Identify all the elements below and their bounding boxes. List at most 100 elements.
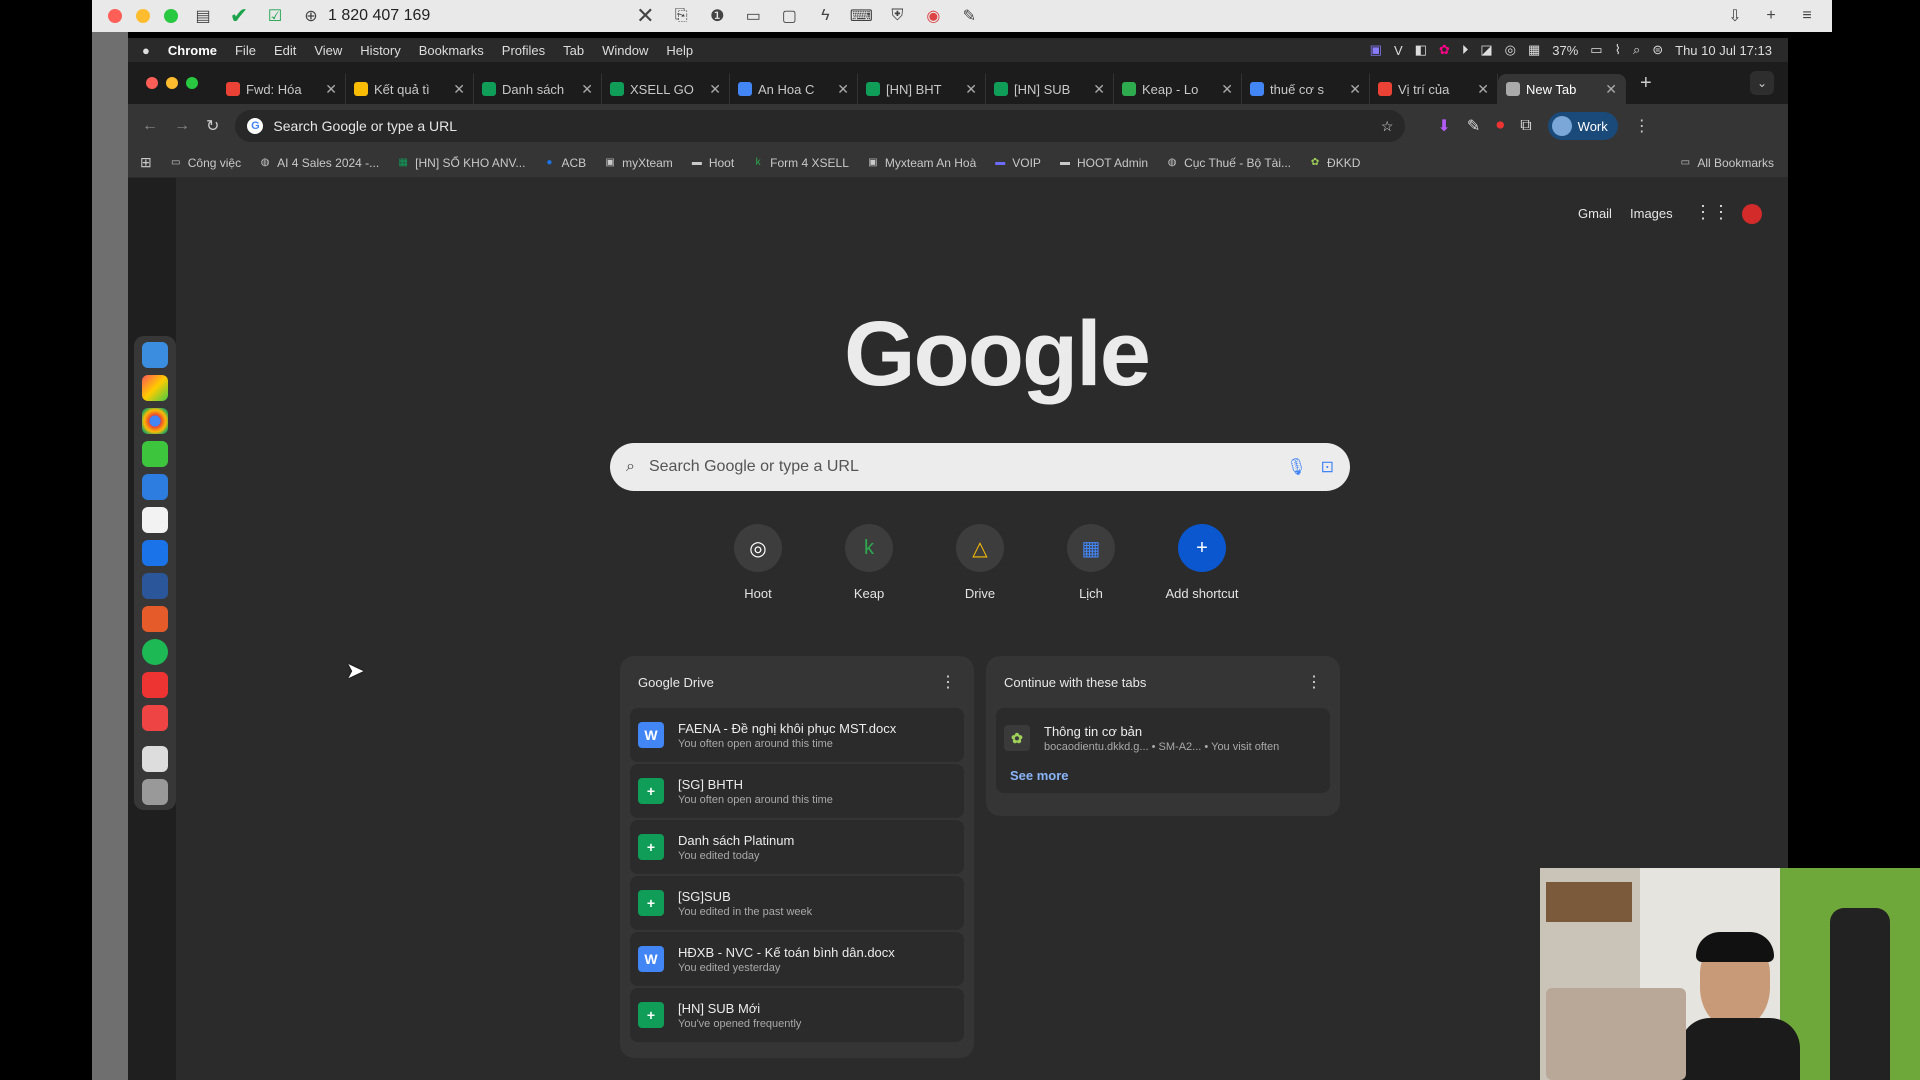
reload-button[interactable]: ↻	[206, 116, 219, 136]
see-more-link[interactable]: See more	[1004, 768, 1322, 783]
apple-icon[interactable]: ●	[142, 43, 150, 58]
screen-icon[interactable]: ▣	[1370, 42, 1382, 58]
file-icon[interactable]	[142, 746, 168, 772]
plus-icon[interactable]: +	[1760, 5, 1782, 27]
shortcut-1[interactable]: k Keap	[821, 524, 917, 624]
back-button[interactable]: ←	[142, 117, 158, 135]
drive-item-3[interactable]: + [SG]SUB You edited in the past week	[630, 876, 964, 930]
chrome-close-button[interactable]	[146, 77, 158, 89]
badge-icon[interactable]: ❶	[706, 5, 728, 27]
download-icon[interactable]: ⇩	[1724, 5, 1746, 27]
check-circle-icon[interactable]: ✔	[228, 3, 250, 28]
close-tab-icon[interactable]: ✕	[837, 81, 849, 98]
maximize-window-button[interactable]	[164, 9, 178, 23]
drive-item-5[interactable]: + [HN] SUB Mới You've opened frequently	[630, 988, 964, 1042]
lens-icon[interactable]: ⊡	[1321, 457, 1334, 477]
close-tab-icon[interactable]: ✕	[1093, 81, 1105, 98]
drive-item-2[interactable]: + Danh sách Platinum You edited today	[630, 820, 964, 874]
menu-window[interactable]: Window	[602, 43, 648, 58]
bookmark-7[interactable]: ▣ Myxteam An Hoà	[867, 156, 976, 170]
menu-help[interactable]: Help	[666, 43, 693, 58]
monitor-icon[interactable]: ▭	[742, 5, 764, 27]
menu-edit[interactable]: Edit	[274, 43, 296, 58]
bookmark-6[interactable]: k Form 4 XSELL	[752, 156, 849, 170]
chrome-minimize-button[interactable]	[166, 77, 178, 89]
shortcut-4[interactable]: + Add shortcut	[1154, 524, 1250, 624]
menu-history[interactable]: History	[360, 43, 400, 58]
pen-extension-icon[interactable]: ✎	[1467, 116, 1480, 136]
grammarly-icon[interactable]: ◎	[1505, 42, 1516, 58]
tab-2[interactable]: Danh sách ✕	[474, 74, 602, 104]
menu-tab[interactable]: Tab	[563, 43, 584, 58]
keyboard-tray-icon[interactable]: ▦	[1528, 42, 1540, 58]
notes-icon[interactable]	[142, 507, 168, 533]
battery-icon[interactable]: ▭	[1590, 42, 1602, 58]
drive-item-1[interactable]: + [SG] BHTH You often open around this tim…	[630, 764, 964, 818]
record-extension-icon[interactable]: ⏺	[1496, 117, 1504, 135]
bookmark-8[interactable]: ▬ VOIP	[994, 156, 1041, 170]
close-tab-icon[interactable]: ✕	[1349, 81, 1361, 98]
spotlight-app-icon[interactable]	[142, 639, 168, 665]
menu-bookmarks[interactable]: Bookmarks	[419, 43, 484, 58]
bookmark-4[interactable]: ▣ myXteam	[604, 156, 672, 170]
close-tab-icon[interactable]: ✕	[709, 81, 721, 98]
profile-button[interactable]: Work	[1547, 112, 1618, 140]
control-center-icon[interactable]: ⊜	[1652, 42, 1663, 58]
close-tab-icon[interactable]: ✕	[965, 81, 977, 98]
shortcut-0[interactable]: ◎ Hoot	[710, 524, 806, 624]
tab-10[interactable]: New Tab ✕	[1498, 74, 1626, 104]
red-app-icon[interactable]	[142, 705, 168, 731]
gmail-link[interactable]: Gmail	[1578, 206, 1612, 221]
word-icon[interactable]	[142, 573, 168, 599]
messages-icon[interactable]	[142, 441, 168, 467]
checkbox-icon[interactable]: ☑	[264, 5, 286, 27]
close-window-button[interactable]	[108, 9, 122, 23]
drive-item-0[interactable]: W FAENA - Đề nghị khôi phục MST.docx You o…	[630, 708, 964, 762]
tab-7[interactable]: Keap - Lo ✕	[1114, 74, 1242, 104]
tab-1[interactable]: Kết quả tì ✕	[346, 74, 474, 104]
shield-icon[interactable]: ⛨	[886, 5, 908, 27]
bookmark-1[interactable]: ◍ AI 4 Sales 2024 -...	[259, 156, 379, 170]
menu-profiles[interactable]: Profiles	[502, 43, 545, 58]
tabs-card-menu-icon[interactable]: ⋮	[1306, 672, 1322, 692]
document-icon[interactable]: ▤	[192, 5, 214, 27]
all-bookmarks[interactable]: ▭ All Bookmarks	[1679, 156, 1774, 170]
trash-icon[interactable]	[142, 779, 168, 805]
tab-4[interactable]: An Hoa C ✕	[730, 74, 858, 104]
new-tab-button[interactable]: +	[1640, 72, 1652, 95]
tab-6[interactable]: [HN] SUB ✕	[986, 74, 1114, 104]
keyboard-icon[interactable]: ⌨	[850, 5, 873, 27]
tab-suggestion[interactable]: ✿ Thông tin cơ bản bocaodientu.dkkd.g...…	[1004, 716, 1322, 760]
tab-search-button[interactable]: ⌄	[1750, 71, 1774, 95]
close-icon[interactable]: ✕	[634, 3, 656, 28]
launchpad-icon[interactable]	[142, 375, 168, 401]
shortcut-2[interactable]: △ Drive	[932, 524, 1028, 624]
close-tab-icon[interactable]: ✕	[581, 81, 593, 98]
finder-icon[interactable]	[142, 342, 168, 368]
star-icon[interactable]: ☆	[1381, 118, 1394, 135]
bookmark-11[interactable]: ✿ ĐKKD	[1309, 156, 1361, 170]
tab-0[interactable]: Fwd: Hóa ✕	[218, 74, 346, 104]
app-icon[interactable]	[142, 606, 168, 632]
tray-icon[interactable]: ◪	[1480, 42, 1492, 58]
spotlight-icon[interactable]: ⌕	[1633, 42, 1640, 58]
bookmark-2[interactable]: ▦ [HN] SỔ KHO ANV...	[397, 156, 525, 170]
zalo-app-icon[interactable]	[142, 474, 168, 500]
anydesk-icon[interactable]	[142, 672, 168, 698]
bookmark-3[interactable]: ● ACB	[543, 156, 586, 170]
extensions-icon[interactable]: ⧉	[1520, 117, 1531, 135]
window-icon[interactable]: ◧	[1415, 42, 1427, 58]
pen-icon[interactable]: ✎	[958, 5, 980, 27]
tab-9[interactable]: Vị trí của ✕	[1370, 74, 1498, 104]
record-icon[interactable]: ◉	[922, 5, 944, 27]
kebab-menu-icon[interactable]: ⋮	[1634, 116, 1650, 136]
shortcut-3[interactable]: ▦ Lịch	[1043, 524, 1139, 624]
zoom-icon[interactable]	[142, 540, 168, 566]
google-apps-icon[interactable]: ⋮⋮	[1694, 202, 1730, 223]
mic-icon[interactable]: 🎙	[1286, 457, 1306, 477]
menu-view[interactable]: View	[314, 43, 342, 58]
drive-item-4[interactable]: W HĐXB - NVC - Kế toán bình dân.docx You e…	[630, 932, 964, 986]
bookmark-0[interactable]: ▭ Công việc	[170, 156, 241, 170]
menu-icon[interactable]: ≡	[1796, 5, 1818, 27]
export-icon[interactable]: ⎘	[670, 5, 692, 27]
